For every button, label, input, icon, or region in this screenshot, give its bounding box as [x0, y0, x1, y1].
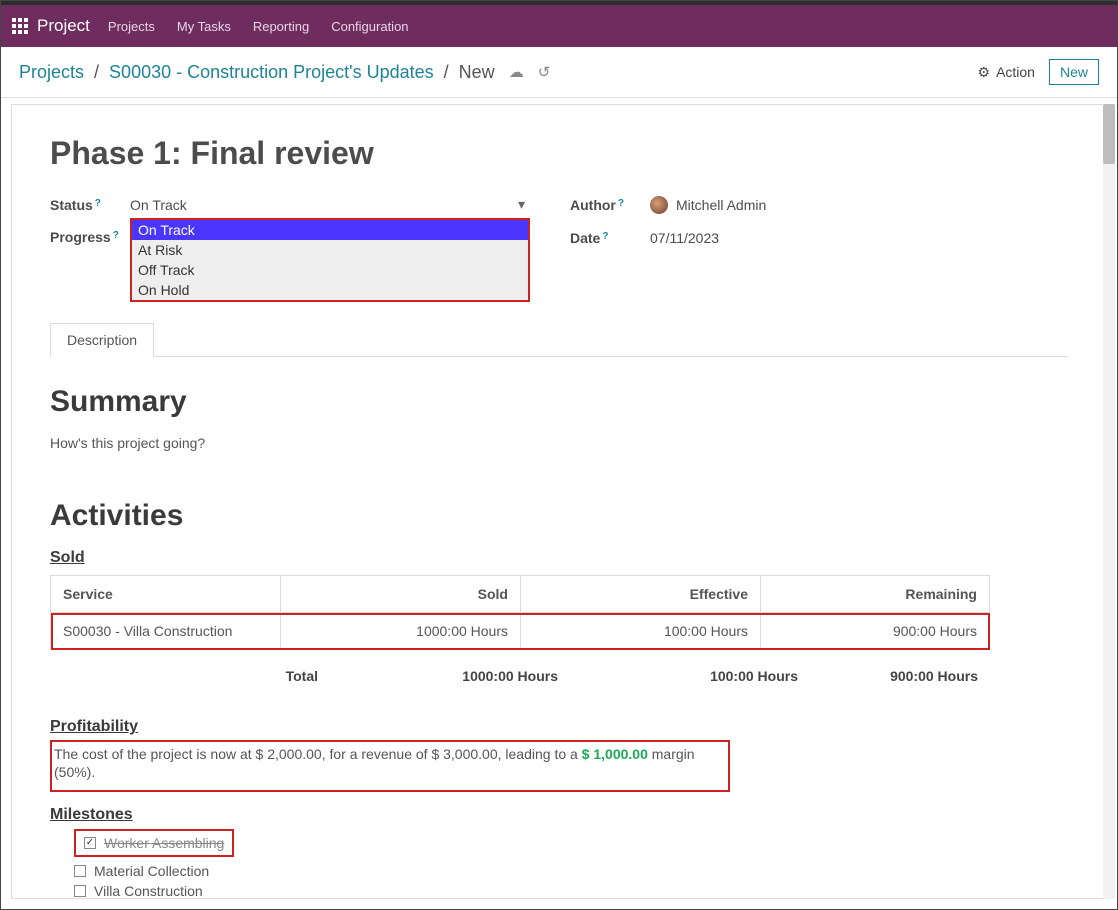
status-option-on-hold[interactable]: On Hold: [132, 280, 528, 300]
page-title: Phase 1: Final review: [50, 135, 1068, 172]
author-value: Mitchell Admin: [676, 197, 766, 213]
checkbox-icon[interactable]: [74, 885, 86, 897]
status-dropdown: On Track At Risk Off Track On Hold: [130, 218, 530, 302]
status-label: Status?: [50, 197, 130, 213]
apps-icon[interactable]: [11, 17, 29, 35]
total-row: Total 1000:00 Hours 100:00 Hours 900:00 …: [50, 664, 990, 688]
milestone-item: Villa Construction: [74, 881, 1068, 900]
summary-heading: Summary: [50, 385, 1068, 419]
brand-title[interactable]: Project: [37, 16, 90, 36]
profit-margin: $ 1,000.00: [582, 746, 648, 762]
scrollbar[interactable]: [1103, 104, 1115, 899]
milestone-label: Worker Assembling: [104, 835, 224, 851]
status-option-off-track[interactable]: Off Track: [132, 260, 528, 280]
sold-heading: Sold: [50, 549, 1068, 567]
chevron-down-icon: ▾: [518, 196, 525, 213]
status-select[interactable]: On Track ▾: [130, 196, 525, 213]
summary-question: How's this project going?: [50, 435, 1068, 451]
total-remaining: 900:00 Hours: [810, 664, 990, 688]
nav-configuration[interactable]: Configuration: [331, 19, 408, 34]
milestone-highlight: ✓ Worker Assembling: [74, 829, 234, 857]
table-row: S00030 - Villa Construction 1000:00 Hour…: [51, 613, 990, 650]
topbar: Project Projects My Tasks Reporting Conf…: [1, 1, 1117, 47]
action-menu[interactable]: ⚙ Action: [978, 64, 1035, 81]
progress-label: Progress?: [50, 229, 130, 245]
cell-service: S00030 - Villa Construction: [51, 613, 281, 650]
milestone-item: ✓ Worker Assembling: [84, 833, 224, 853]
breadcrumb: Projects / S00030 - Construction Project…: [19, 62, 550, 83]
nav-projects[interactable]: Projects: [108, 19, 155, 34]
breadcrumb-sep: /: [444, 62, 449, 83]
undo-icon[interactable]: ↺: [538, 63, 551, 81]
status-option-at-risk[interactable]: At Risk: [132, 240, 528, 260]
profitability-box: The cost of the project is now at $ 2,00…: [50, 740, 730, 792]
cell-remaining: 900:00 Hours: [761, 613, 990, 650]
content-card: Phase 1: Final review Status? On Track ▾…: [11, 104, 1107, 899]
nav-reporting[interactable]: Reporting: [253, 19, 309, 34]
milestones-heading: Milestones: [50, 806, 1068, 824]
scroll-thumb[interactable]: [1103, 104, 1115, 164]
breadcrumb-projects[interactable]: Projects: [19, 62, 84, 83]
milestone-item: Material Collection: [74, 861, 1068, 881]
cell-sold: 1000:00 Hours: [281, 613, 521, 650]
total-label: Total: [50, 664, 330, 688]
total-effective: 100:00 Hours: [570, 664, 810, 688]
col-remaining: Remaining: [761, 576, 990, 613]
subbar: Projects / S00030 - Construction Project…: [1, 47, 1117, 98]
activities-heading: Activities: [50, 499, 1068, 533]
cloud-save-icon[interactable]: ☁: [509, 63, 524, 81]
breadcrumb-sep: /: [94, 62, 99, 83]
checkbox-icon[interactable]: [74, 865, 86, 877]
total-sold: 1000:00 Hours: [330, 664, 570, 688]
nav-my-tasks[interactable]: My Tasks: [177, 19, 231, 34]
status-value: On Track: [130, 197, 187, 213]
author-label: Author?: [570, 197, 650, 213]
tab-strip: Description: [50, 322, 1068, 357]
tab-description[interactable]: Description: [50, 323, 154, 357]
action-label: Action: [996, 64, 1035, 80]
profitability-heading: Profitability: [50, 718, 1068, 736]
col-effective: Effective: [521, 576, 761, 613]
breadcrumb-current: New: [459, 62, 495, 83]
milestone-label: Villa Construction: [94, 883, 203, 899]
status-option-on-track[interactable]: On Track: [132, 220, 528, 240]
col-service: Service: [51, 576, 281, 613]
profit-pre: The cost of the project is now at $ 2,00…: [54, 746, 582, 762]
milestone-label: Material Collection: [94, 863, 209, 879]
avatar: [650, 196, 668, 214]
cell-effective: 100:00 Hours: [521, 613, 761, 650]
col-sold: Sold: [281, 576, 521, 613]
date-value: 07/11/2023: [650, 230, 719, 246]
activities-table: Service Sold Effective Remaining S00030 …: [50, 575, 990, 650]
gear-icon: ⚙: [978, 64, 991, 81]
checkbox-icon[interactable]: ✓: [84, 837, 96, 849]
new-button[interactable]: New: [1049, 59, 1099, 85]
breadcrumb-updates[interactable]: S00030 - Construction Project's Updates: [109, 62, 434, 83]
date-label: Date?: [570, 230, 650, 246]
